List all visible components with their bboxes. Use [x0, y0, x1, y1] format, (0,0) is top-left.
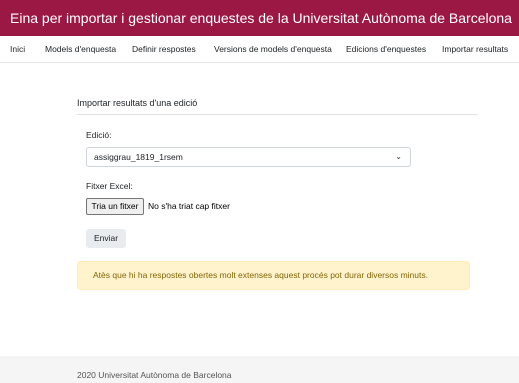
- nav-item-definir-respostes[interactable]: Definir respostes: [132, 36, 196, 63]
- warning-alert-text: Atès que hi ha respostes obertes molt ex…: [93, 270, 428, 280]
- panel-title: Importar resultats d'una edició: [77, 98, 198, 108]
- edition-select[interactable]: assiggrau_1819_1rsem ⌄: [86, 147, 411, 167]
- submit-button[interactable]: Enviar: [86, 229, 126, 248]
- main-navbar: Inici Models d'enquesta Definir resposte…: [0, 36, 519, 63]
- footer-text: 2020 Universitat Autònoma de Barcelona: [77, 370, 232, 380]
- nav-item-importar-resultats[interactable]: Importar resultats: [442, 36, 508, 63]
- app-header: Eina per importar i gestionar enquestes …: [0, 0, 519, 36]
- nav-item-versions-models[interactable]: Versions de models d'enquesta: [214, 36, 332, 63]
- app-title: Eina per importar i gestionar enquestes …: [10, 10, 512, 26]
- edition-select-value: assiggrau_1819_1rsem: [94, 152, 183, 162]
- warning-alert: Atès que hi ha respostes obertes molt ex…: [77, 261, 470, 290]
- file-status-text: No s'ha triat cap fitxer: [148, 201, 230, 211]
- nav-item-edicions-enquestes[interactable]: Edicions d'enquestes: [346, 36, 426, 63]
- file-label: Fitxer Excel:: [86, 181, 133, 191]
- choose-file-button[interactable]: Tria un fitxer: [86, 198, 144, 215]
- edition-label: Edició:: [86, 130, 112, 140]
- nav-item-models-enquesta[interactable]: Models d'enquesta: [45, 36, 116, 63]
- nav-item-inici[interactable]: Inici: [10, 36, 25, 63]
- panel-divider: [77, 114, 477, 115]
- page-footer: 2020 Universitat Autònoma de Barcelona: [0, 356, 519, 383]
- chevron-down-icon: ⌄: [395, 152, 402, 161]
